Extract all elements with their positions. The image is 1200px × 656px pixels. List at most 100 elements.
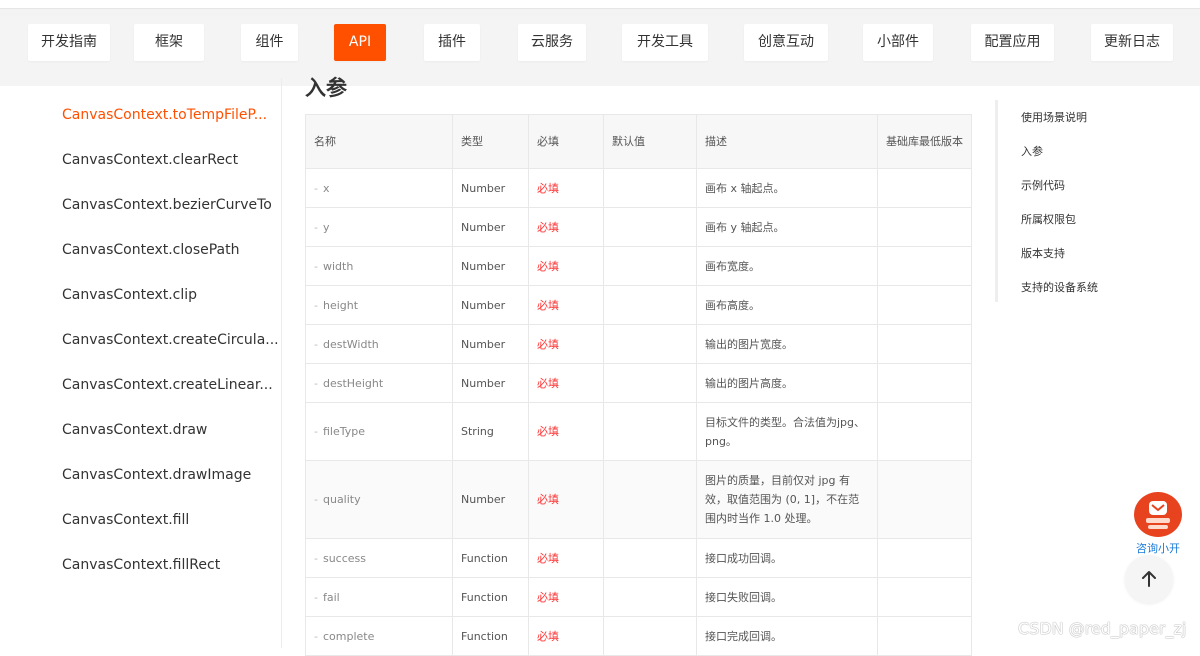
tree-dash: -	[314, 337, 318, 351]
header-type: 类型	[452, 114, 529, 169]
cell-type: Number	[452, 460, 529, 539]
header-name: 名称	[305, 114, 453, 169]
sidebar: CanvasContext.toTempFileP... CanvasContex…	[0, 78, 282, 648]
tree-dash: -	[314, 551, 318, 565]
sidebar-item[interactable]: CanvasContext.drawImage	[62, 467, 251, 483]
nav-item-5[interactable]: 云服务	[518, 24, 586, 61]
nav-item-9[interactable]: 配置应用	[971, 24, 1054, 61]
toc-item[interactable]: 所属权限包	[1021, 211, 1076, 227]
cell-description: 接口完成回调。	[696, 616, 878, 656]
cell-description: 画布宽度。	[696, 246, 878, 286]
header-min-version: 基础库最低版本	[877, 114, 972, 169]
cell-min-version	[877, 402, 972, 461]
cell-default	[603, 402, 697, 461]
nav-item-7[interactable]: 创意互动	[744, 24, 828, 61]
cell-min-version	[877, 207, 972, 247]
cell-description: 画布高度。	[696, 285, 878, 325]
cell-required: 必填	[528, 616, 604, 656]
cell-name: - width	[305, 246, 453, 286]
param-name: x	[322, 181, 330, 195]
table-row: - width Number 必填 画布宽度。	[305, 246, 972, 286]
cell-default	[603, 616, 697, 656]
sidebar-item[interactable]: CanvasContext.draw	[62, 422, 207, 438]
sidebar-item[interactable]: CanvasContext.closePath	[62, 242, 240, 258]
cell-min-version	[877, 246, 972, 286]
cell-type: String	[452, 402, 529, 461]
cell-default	[603, 363, 697, 403]
cell-min-version	[877, 460, 972, 539]
cell-required: 必填	[528, 460, 604, 539]
cell-type: Number	[452, 168, 529, 208]
cell-type: Number	[452, 363, 529, 403]
sidebar-item[interactable]: CanvasContext.createLinear...	[62, 377, 273, 393]
sidebar-item[interactable]: CanvasContext.clip	[62, 287, 197, 303]
tree-dash: -	[314, 181, 318, 195]
param-name: quality	[322, 493, 361, 506]
table-row: - quality Number 必填 图片的质量，目前仅对 jpg 有效，取值范围为 …	[305, 460, 972, 539]
cell-type: Function	[452, 616, 529, 656]
cell-required: 必填	[528, 363, 604, 403]
cell-name: - complete	[305, 616, 453, 656]
tree-dash: -	[314, 220, 318, 234]
nav-item-10[interactable]: 更新日志	[1091, 24, 1173, 61]
nav-item-3[interactable]: API	[334, 24, 386, 61]
table-row: - x Number 必填 画布 x 轴起点。	[305, 168, 972, 208]
header-default: 默认值	[603, 114, 697, 169]
cell-type: Function	[452, 577, 529, 617]
consult-button[interactable]: 咨询小开	[1134, 492, 1182, 556]
toc: 使用场景说明 入参示例代码所属权限包版本支持支持的设备系统	[995, 100, 1175, 302]
cell-required: 必填	[528, 207, 604, 247]
cell-name: -x	[305, 168, 453, 208]
param-name: fileType	[322, 425, 366, 438]
sidebar-item[interactable]: CanvasContext.createCircula...	[62, 332, 279, 348]
sidebar-item[interactable]: CanvasContext.toTempFileP...	[62, 107, 267, 123]
cell-description: 画布 x 轴起点。	[696, 168, 878, 208]
nav-item-4[interactable]: 插件	[424, 24, 480, 61]
header-required: 必填	[528, 114, 604, 169]
sidebar-item[interactable]: CanvasContext.clearRect	[62, 152, 238, 168]
cell-description: 接口成功回调。	[696, 538, 878, 578]
sidebar-item[interactable]: CanvasContext.fill	[62, 512, 189, 528]
param-name: y	[322, 220, 330, 234]
cell-min-version	[877, 168, 972, 208]
param-name: success	[322, 551, 367, 565]
back-to-top-button[interactable]	[1125, 555, 1173, 603]
table-row: - success Function 必填 接口成功回调。	[305, 538, 972, 578]
sidebar-item[interactable]: CanvasContext.bezierCurveTo	[62, 197, 272, 213]
cell-required: 必填	[528, 324, 604, 364]
cell-description: 目标文件的类型。合法值为jpg、png。	[696, 402, 878, 461]
toc-item[interactable]: 版本支持	[1021, 245, 1065, 261]
cell-type: Function	[452, 538, 529, 578]
cell-default	[603, 577, 697, 617]
cell-min-version	[877, 538, 972, 578]
param-name: destWidth	[322, 337, 379, 351]
tree-dash: -	[314, 629, 318, 643]
tree-dash: -	[314, 493, 318, 506]
cell-min-version	[877, 577, 972, 617]
cell-name: -y	[305, 207, 453, 247]
cell-name: - fail	[305, 577, 453, 617]
nav-item-0[interactable]: 开发指南	[28, 24, 110, 61]
cell-required: 必填	[528, 168, 604, 208]
param-name: complete	[322, 629, 375, 643]
cell-name: - success	[305, 538, 453, 578]
tree-dash: -	[314, 376, 318, 390]
cell-default	[603, 246, 697, 286]
nav-item-1[interactable]: 框架	[134, 24, 204, 61]
header-description: 描述	[696, 114, 878, 169]
toc-item[interactable]: 示例代码	[1021, 177, 1065, 193]
nav-item-2[interactable]: 组件	[241, 24, 298, 61]
nav-item-8[interactable]: 小部件	[863, 24, 933, 61]
toc-item[interactable]: 入参	[1021, 143, 1043, 159]
table-row: - y Number 必填 画布 y 轴起点。	[305, 207, 972, 247]
cell-default	[603, 207, 697, 247]
cell-min-version	[877, 324, 972, 364]
cell-default	[603, 324, 697, 364]
param-name: destHeight	[322, 376, 384, 390]
sidebar-item[interactable]: CanvasContext.fillRect	[62, 557, 220, 573]
nav-item-6[interactable]: 开发工具	[622, 24, 708, 61]
toc-item[interactable]: 支持的设备系统	[1021, 279, 1098, 295]
toc-item[interactable]: 使用场景说明	[1021, 109, 1087, 125]
cell-default	[603, 168, 697, 208]
cell-required: 必填	[528, 538, 604, 578]
